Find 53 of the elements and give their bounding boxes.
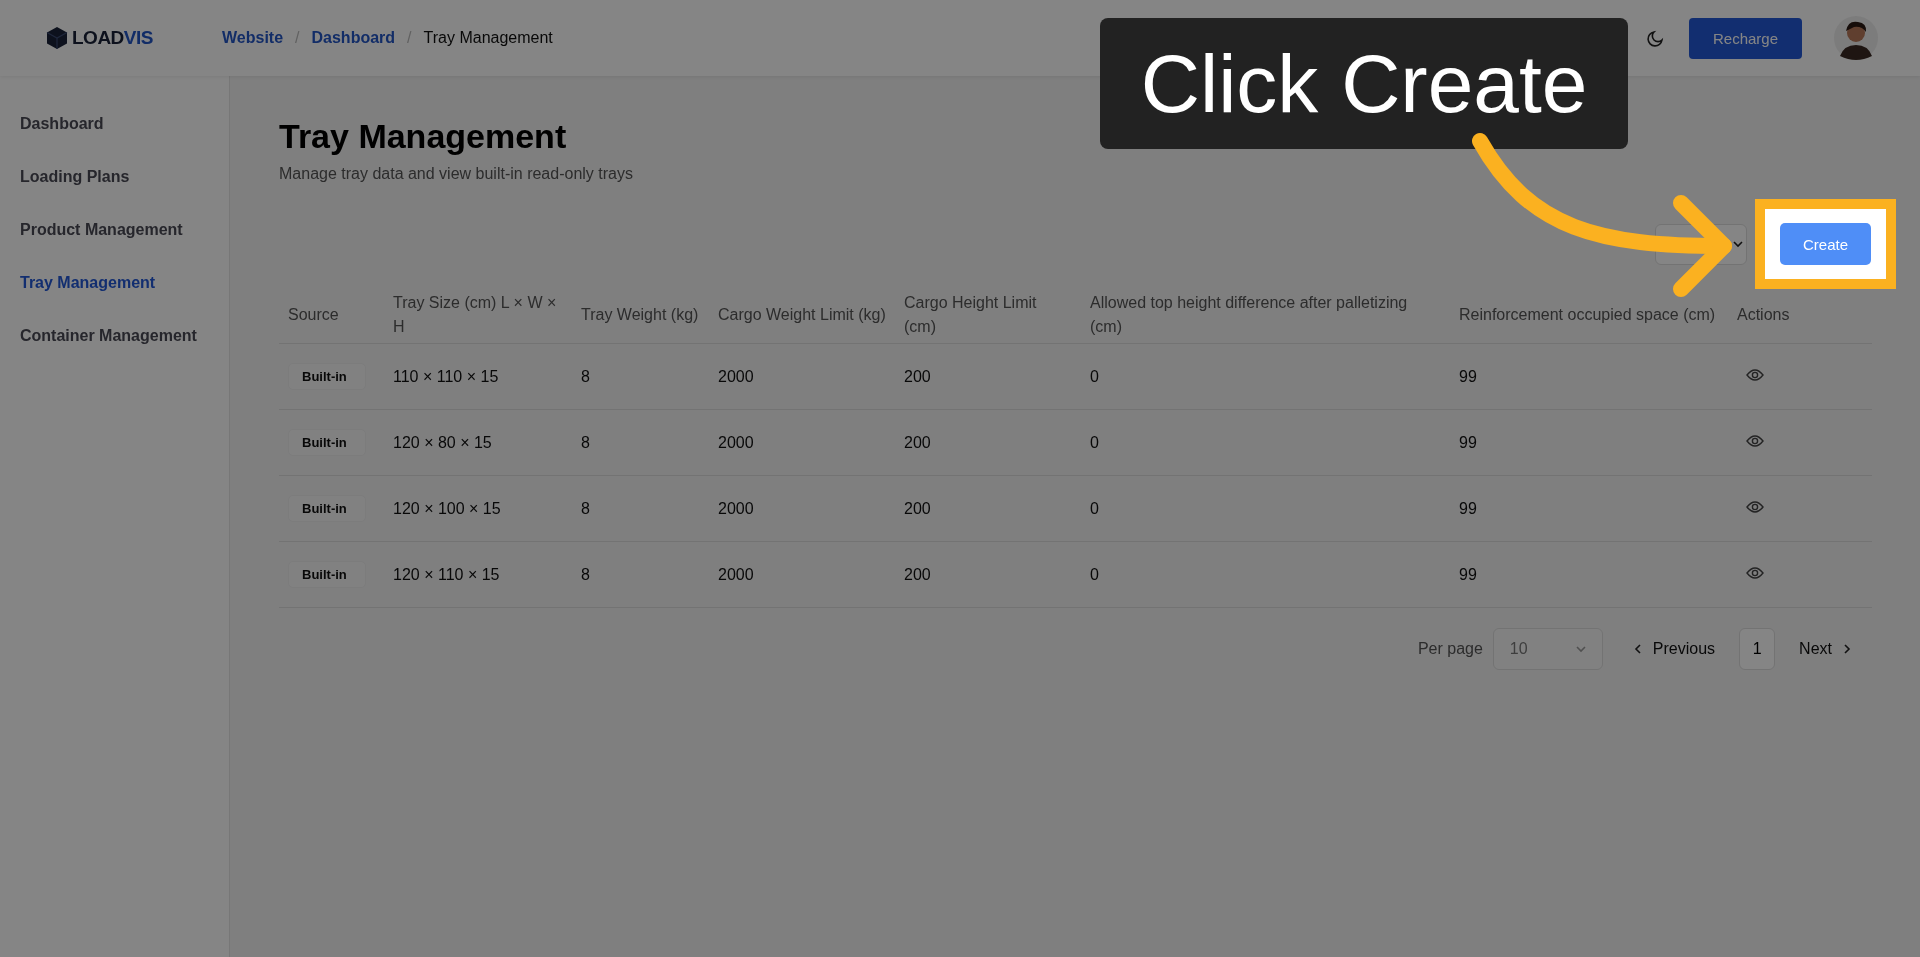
sidebar-item[interactable]: Loading Plans [20, 151, 200, 204]
column-header: Cargo Weight Limit (kg) [709, 287, 895, 344]
page-button[interactable]: 1 [1739, 628, 1776, 670]
table-cell: 2000 [709, 343, 895, 410]
sidebar-item[interactable]: Product Management [20, 204, 200, 257]
table-cell: 0 [1081, 541, 1450, 608]
per-page-select[interactable]: 10 [1492, 628, 1603, 670]
table-cell: 120 × 110 × 15 [384, 541, 572, 608]
table-cell: 8 [572, 409, 709, 476]
logo-text: LOADVIS [72, 27, 153, 49]
column-header: Tray Size (cm) L × W × H [384, 287, 572, 344]
column-header: Reinforcement occupied space (cm) [1450, 287, 1728, 344]
breadcrumb-separator: / [295, 29, 300, 47]
page-subtitle: Manage tray data and view built-in read-only trays [279, 165, 634, 183]
previous-button[interactable]: Previous [1624, 640, 1724, 658]
column-header: Tray Weight (kg) [572, 287, 709, 344]
table-cell: 2000 [709, 541, 895, 608]
page-title: Tray Management [279, 116, 568, 157]
table-cell: 2000 [709, 409, 895, 476]
column-header: Actions [1728, 287, 1872, 344]
column-header: Allowed top height difference after palletizing (cm) [1081, 287, 1450, 344]
recharge-button[interactable]: Recharge [1689, 17, 1802, 59]
table-cell: 0 [1081, 343, 1450, 410]
breadcrumb-link[interactable]: Website [222, 29, 284, 47]
create-button[interactable]: Create [1780, 223, 1871, 265]
table-cell: 99 [1450, 409, 1728, 476]
column-header: Cargo Height Limit (cm) [895, 287, 1081, 344]
table-cell: 8 [572, 475, 709, 542]
sidebar-item[interactable]: Container Management [20, 310, 200, 363]
table-cell: 99 [1450, 343, 1728, 410]
breadcrumb-link[interactable]: Dashboard [311, 29, 396, 47]
table-cell: 110 × 110 × 15 [384, 343, 572, 410]
breadcrumb-current: Tray Management [423, 29, 553, 47]
table-cell: 120 × 100 × 15 [384, 475, 572, 542]
table-cell: 8 [572, 541, 709, 608]
breadcrumb-separator: / [407, 29, 412, 47]
next-button[interactable]: Next [1791, 640, 1860, 658]
per-page-label: Per page [1417, 640, 1483, 658]
table-cell: 99 [1450, 475, 1728, 542]
table-cell: 99 [1450, 541, 1728, 608]
table-cell: 200 [895, 409, 1081, 476]
sidebar-item[interactable]: Tray Management [20, 257, 200, 310]
sidebar-item[interactable]: Dashboard [20, 98, 200, 151]
table-cell: 200 [895, 541, 1081, 608]
table-cell: 2000 [709, 475, 895, 542]
table-cell: 8 [572, 343, 709, 410]
table-cell: 0 [1081, 409, 1450, 476]
table-cell: 200 [895, 343, 1081, 410]
table-cell: 0 [1081, 475, 1450, 542]
tutorial-callout: Click Create [1100, 18, 1628, 149]
table-cell: 120 × 80 × 15 [384, 409, 572, 476]
table-cell: 200 [895, 475, 1081, 542]
column-header: Source [279, 287, 384, 344]
